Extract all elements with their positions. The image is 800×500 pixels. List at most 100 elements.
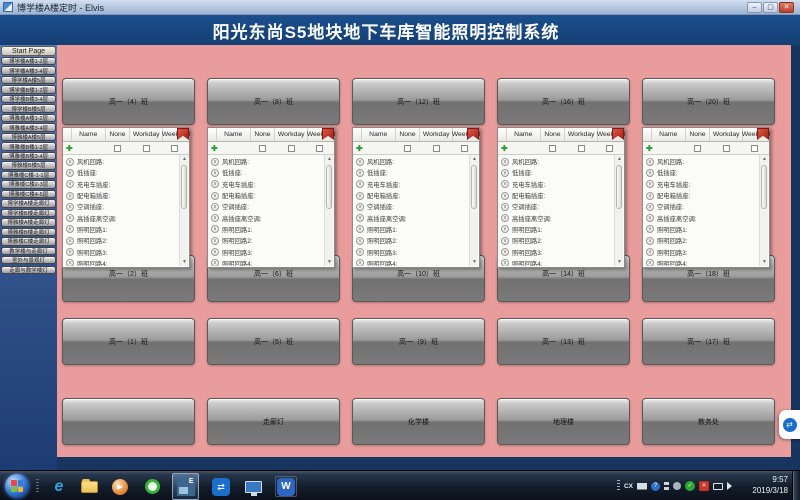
circuit-row[interactable]: v高插座离空调:	[64, 212, 178, 223]
zone-button-middle[interactable]: 高一（13）班	[497, 318, 630, 365]
sidebar-item[interactable]: 博雅楼A楼3-4层	[1, 123, 56, 131]
chevron-down-icon[interactable]: v	[501, 158, 509, 166]
circuit-row[interactable]: v风机回路:	[499, 156, 613, 167]
chevron-down-icon[interactable]: v	[211, 169, 219, 177]
sidebar-item[interactable]: 博学楼B楼1-2层	[1, 85, 56, 93]
chevron-down-icon[interactable]: v	[66, 180, 74, 188]
chevron-down-icon[interactable]: v	[356, 237, 364, 245]
circuit-row[interactable]: v高插座离空调:	[499, 212, 613, 223]
elvis-taskbar-button-active[interactable]: E	[172, 473, 199, 500]
tray-gray-icon[interactable]	[673, 482, 681, 490]
circuit-row[interactable]: v照明回路4:	[64, 258, 178, 266]
show-desktop-button[interactable]	[792, 471, 800, 500]
circuit-row[interactable]: v空调插座:	[354, 201, 468, 212]
circuit-row[interactable]: v风机回路:	[64, 156, 178, 167]
scroll-thumb[interactable]	[616, 165, 622, 209]
chevron-down-icon[interactable]: v	[211, 180, 219, 188]
scroll-thumb[interactable]	[181, 165, 187, 209]
chevron-down-icon[interactable]: v	[356, 203, 364, 211]
file-explorer-icon[interactable]	[78, 476, 100, 497]
add-icon[interactable]: ✚	[356, 144, 363, 153]
circuit-row[interactable]: v配电箱插座:	[644, 190, 758, 201]
circuit-row[interactable]: v照明回路4:	[499, 258, 613, 266]
circuit-row[interactable]: v低插座:	[644, 167, 758, 178]
chevron-down-icon[interactable]: v	[501, 203, 509, 211]
circuit-row[interactable]: v空调插座:	[499, 201, 613, 212]
chevron-down-icon[interactable]: v	[356, 214, 364, 222]
circuit-row[interactable]: v配电箱插座:	[499, 190, 613, 201]
minimize-button[interactable]: –	[747, 2, 762, 13]
circuit-row[interactable]: v照明回路1:	[499, 224, 613, 235]
sidebar-item[interactable]: 博雅楼A楼走廊灯	[1, 218, 56, 226]
circuit-row[interactable]: v充电车插座:	[354, 179, 468, 190]
close-button[interactable]: ✕	[779, 2, 794, 13]
circuit-row[interactable]: v照明回路3:	[354, 246, 468, 257]
circuit-row[interactable]: v低插座:	[64, 167, 178, 178]
circuit-row[interactable]: v空调插座:	[209, 201, 323, 212]
zone-button-top[interactable]: 高一（4）班	[62, 78, 195, 125]
circuit-row[interactable]: v照明回路2:	[644, 235, 758, 246]
scroll-thumb[interactable]	[326, 165, 332, 209]
mail-icon[interactable]	[637, 483, 647, 490]
chevron-down-icon[interactable]: v	[646, 180, 654, 188]
circuit-row[interactable]: v高插座离空调:	[209, 212, 323, 223]
chevron-down-icon[interactable]: v	[646, 259, 654, 266]
scroll-thumb[interactable]	[471, 165, 477, 209]
circuit-row[interactable]: v高插座离空调:	[644, 212, 758, 223]
chevron-down-icon[interactable]: v	[356, 259, 364, 266]
sidebar-item[interactable]: 博学楼A楼3-4层	[1, 66, 56, 74]
chevron-down-icon[interactable]: v	[356, 192, 364, 200]
checkbox[interactable]	[606, 145, 613, 152]
sidebar-item[interactable]: 博雅楼A楼5层	[1, 133, 56, 141]
zone-button-bottom[interactable]: 化学楼	[352, 398, 485, 445]
checkbox[interactable]	[288, 145, 295, 152]
chevron-down-icon[interactable]: v	[211, 248, 219, 256]
add-icon[interactable]: ✚	[211, 144, 218, 153]
checkbox[interactable]	[171, 145, 178, 152]
circuit-row[interactable]: v空调插座:	[644, 201, 758, 212]
chevron-down-icon[interactable]: v	[646, 158, 654, 166]
scroll-up-icon[interactable]: ▲	[180, 156, 189, 162]
sidebar-item[interactable]: 博学楼B楼走廊灯	[1, 209, 56, 217]
circuit-row[interactable]: v照明回路1:	[354, 224, 468, 235]
green-browser-icon[interactable]	[141, 476, 163, 497]
circuit-row[interactable]: v照明回路3:	[64, 246, 178, 257]
chevron-down-icon[interactable]: v	[501, 169, 509, 177]
chevron-down-icon[interactable]: v	[501, 225, 509, 233]
volume-icon[interactable]	[727, 482, 736, 490]
chevron-down-icon[interactable]: v	[646, 225, 654, 233]
chevron-down-icon[interactable]: v	[356, 225, 364, 233]
chevron-down-icon[interactable]: v	[66, 225, 74, 233]
circuit-row[interactable]: v充电车插座:	[64, 179, 178, 190]
circuit-row[interactable]: v充电车插座:	[209, 179, 323, 190]
alert-flag-icon[interactable]: ✕	[699, 481, 709, 491]
circuit-row[interactable]: v充电车插座:	[499, 179, 613, 190]
scroll-down-icon[interactable]: ▼	[760, 259, 769, 265]
sidebar-item[interactable]: 博雅楼B楼5层	[1, 161, 56, 169]
sidebar-item[interactable]: 博雅楼C楼2-3层	[1, 180, 56, 188]
sidebar-item[interactable]: 博学楼A楼5层	[1, 76, 56, 84]
chevron-down-icon[interactable]: v	[356, 158, 364, 166]
tray-overflow-icon[interactable]	[617, 480, 620, 492]
scroll-up-icon[interactable]: ▲	[470, 156, 479, 162]
circuit-row[interactable]: v照明回路2:	[209, 235, 323, 246]
zone-button-middle[interactable]: 高一（5）班	[207, 318, 340, 365]
checkbox[interactable]	[694, 145, 701, 152]
sidebar-item[interactable]: 博雅楼B楼1-2层	[1, 142, 56, 150]
zone-button-middle[interactable]: 高一（17）班	[642, 318, 775, 365]
tray-mini-icon[interactable]	[664, 482, 669, 490]
chevron-down-icon[interactable]: v	[66, 248, 74, 256]
circuit-row[interactable]: v照明回路4:	[209, 258, 323, 266]
circuit-row[interactable]: v低插座:	[209, 167, 323, 178]
sidebar-item[interactable]: 博雅楼C楼走廊灯	[1, 237, 56, 245]
zone-button-bottom[interactable]: 走廊灯	[207, 398, 340, 445]
sidebar-item[interactable]: 博雅楼B楼走廊灯	[1, 228, 56, 236]
antivirus-icon[interactable]: ✓	[685, 481, 695, 491]
sidebar-item[interactable]: 博学楼B楼3-4层	[1, 95, 56, 103]
sidebar-item[interactable]: 博雅楼A楼1-2层	[1, 114, 56, 122]
chevron-down-icon[interactable]: v	[211, 225, 219, 233]
chevron-down-icon[interactable]: v	[501, 248, 509, 256]
taskbar-clock[interactable]: 9:57 2019/3/18	[752, 475, 788, 496]
chevron-down-icon[interactable]: v	[501, 180, 509, 188]
circuit-row[interactable]: v配电箱插座:	[64, 190, 178, 201]
